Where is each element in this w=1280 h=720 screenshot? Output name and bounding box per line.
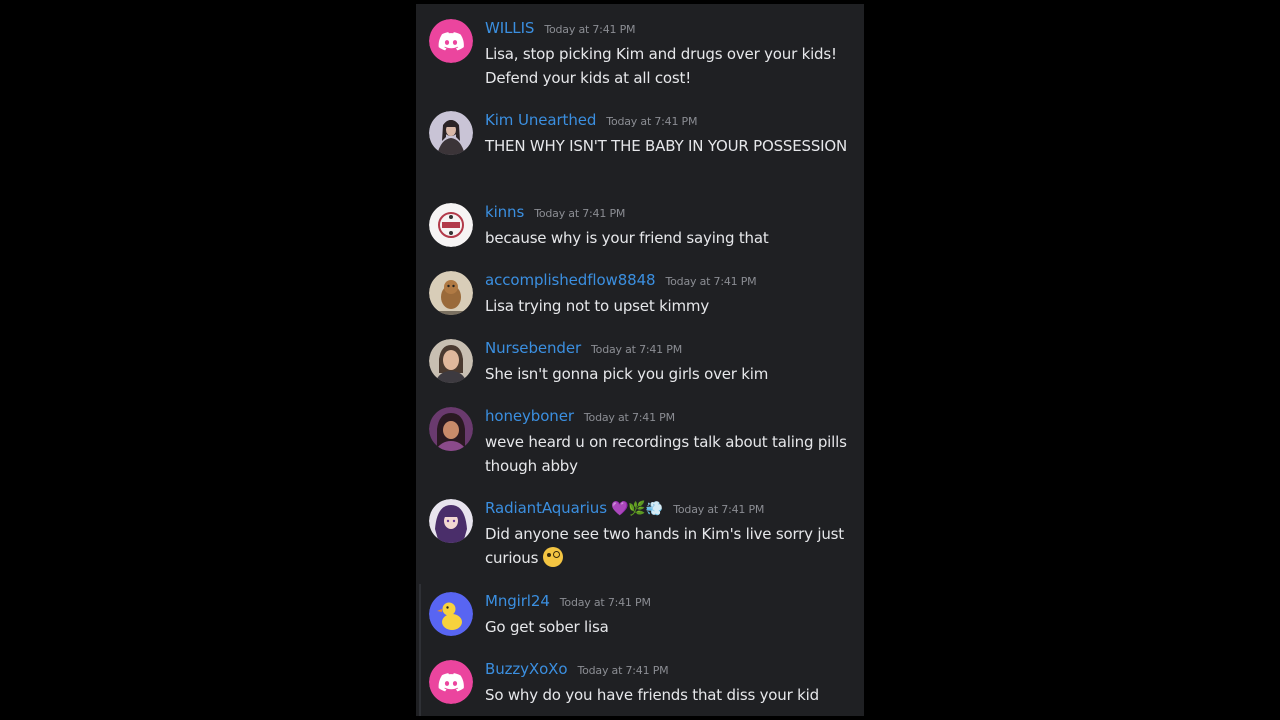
chat-message: Kim Unearthed Today at 7:41 PM THEN WHY … [416, 111, 864, 181]
timestamp: Today at 7:41 PM [583, 411, 675, 424]
logo-avatar[interactable] [429, 203, 473, 247]
username-emojis: 💜🌿💨 [610, 501, 664, 517]
user-photo-avatar[interactable] [429, 111, 473, 155]
username[interactable]: RadiantAquarius [485, 499, 607, 517]
user-photo-avatar[interactable] [429, 339, 473, 383]
chat-message: BuzzyXoXo Today at 7:41 PM So why do you… [416, 660, 864, 706]
timestamp: Today at 7:41 PM [673, 503, 765, 516]
username[interactable]: Kim Unearthed [485, 111, 596, 129]
discord-logo-icon[interactable] [429, 660, 473, 704]
chat-message: Mngirl24 Today at 7:41 PM Go get sober l… [416, 592, 864, 638]
message-text: She isn't gonna pick you girls over kim [485, 365, 769, 383]
timestamp: Today at 7:41 PM [591, 343, 682, 356]
timestamp: Today at 7:41 PM [606, 115, 698, 128]
username[interactable]: honeyboner [485, 407, 574, 425]
chat-message: kinns Today at 7:41 PM because why is yo… [416, 203, 864, 249]
timestamp: Today at 7:41 PM [544, 23, 636, 36]
timestamp: Today at 7:41 PM [665, 275, 757, 288]
username[interactable]: accomplishedflow8848 [485, 271, 656, 289]
user-photo-avatar[interactable] [429, 407, 473, 451]
duck-avatar[interactable] [429, 592, 473, 636]
message-text: Go get sober lisa [485, 618, 609, 636]
monocle-face-emoji [542, 547, 563, 567]
timestamp: Today at 7:41 PM [559, 596, 651, 609]
username[interactable]: Mngirl24 [485, 592, 550, 610]
message-text: Lisa trying not to upset kimmy [485, 297, 710, 315]
username[interactable]: WILLIS [485, 19, 534, 37]
timestamp: Today at 7:41 PM [534, 207, 626, 220]
discord-logo-icon[interactable] [429, 19, 473, 63]
message-text: Lisa, stop picking Kim and drugs over yo… [485, 45, 837, 87]
message-text-content: Did anyone see two hands in Kim's live s… [485, 525, 844, 567]
message-text: weve heard u on recordings talk about ta… [485, 433, 847, 475]
message-text: So why do you have friends that diss you… [485, 686, 819, 704]
username[interactable]: kinns [485, 203, 524, 221]
chat-message: WILLIS Today at 7:41 PM Lisa, stop picki… [416, 19, 864, 89]
chat-message: honeyboner Today at 7:41 PM weve heard u… [416, 407, 864, 477]
chat-message: accomplishedflow8848 Today at 7:41 PM Li… [416, 271, 864, 317]
message-text: because why is your friend saying that [485, 229, 769, 247]
message-text: Did anyone see two hands in Kim's live s… [485, 522, 857, 570]
animal-photo-avatar[interactable] [429, 271, 473, 315]
timestamp: Today at 7:41 PM [577, 664, 669, 677]
chat-message: Nursebender Today at 7:41 PM She isn't g… [416, 339, 864, 385]
anime-avatar[interactable] [429, 499, 473, 543]
message-text: THEN WHY ISN'T THE BABY IN YOUR POSSESSI… [485, 137, 848, 155]
username[interactable]: Nursebender [485, 339, 581, 357]
chat-message: RadiantAquarius 💜🌿💨 Today at 7:41 PM Did… [416, 499, 864, 569]
chat-panel: WILLIS Today at 7:41 PM Lisa, stop picki… [416, 4, 864, 716]
username[interactable]: BuzzyXoXo [485, 660, 568, 678]
